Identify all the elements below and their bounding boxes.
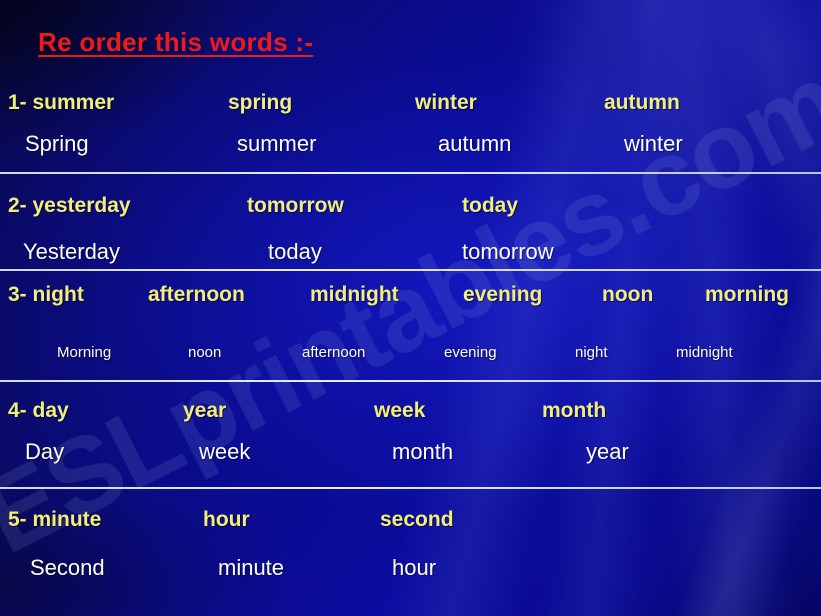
row-3-answer-3: afternoon bbox=[302, 344, 366, 361]
row-3-question-3: midnight bbox=[310, 283, 399, 306]
row-1-question-1: 1- summer bbox=[8, 91, 115, 114]
row-4-question-3: week bbox=[374, 399, 426, 422]
row-1-answer-4: winter bbox=[624, 131, 683, 156]
row-5-answer-1: Second bbox=[30, 555, 105, 580]
row-5-question-1: 5- minute bbox=[8, 508, 102, 531]
row-4-answer-3: month bbox=[392, 439, 454, 464]
row-1-answer-2: summer bbox=[237, 131, 317, 156]
row-4-answer-1: Day bbox=[25, 439, 65, 464]
row-3-question-2: afternoon bbox=[148, 283, 245, 306]
row-3-answer-1: Morning bbox=[57, 344, 112, 361]
row-3-answer-6: midnight bbox=[676, 344, 733, 361]
page-title: Re order this words :- bbox=[38, 27, 314, 57]
row-2-answer-3: tomorrow bbox=[462, 239, 554, 264]
row-5-question-3: second bbox=[380, 508, 454, 531]
row-3-question-1: 3- night bbox=[8, 283, 84, 306]
row-4-question-2: year bbox=[183, 399, 227, 422]
watermark-text: ESLprintables.com bbox=[0, 39, 821, 577]
row-1-question-2: spring bbox=[228, 91, 293, 114]
row-5-answer-3: hour bbox=[392, 555, 437, 580]
row-divider-1 bbox=[0, 172, 821, 174]
row-1-question-3: winter bbox=[415, 91, 477, 114]
row-3-answer-2: noon bbox=[188, 344, 222, 361]
row-2-question-3: today bbox=[462, 194, 519, 217]
row-5-answer-2: minute bbox=[218, 555, 285, 580]
row-divider-2 bbox=[0, 269, 821, 271]
row-3-answer-4: evening bbox=[444, 344, 497, 361]
row-2-answer-2: today bbox=[268, 239, 322, 264]
row-1-question-4: autumn bbox=[604, 91, 680, 114]
row-4-question-4: month bbox=[542, 399, 607, 422]
row-2-question-2: tomorrow bbox=[247, 194, 344, 217]
row-1-answer-1: Spring bbox=[25, 131, 89, 156]
row-2-question-1: 2- yesterday bbox=[8, 194, 131, 217]
row-4-answer-4: year bbox=[586, 439, 629, 464]
row-3-question-6: morning bbox=[705, 283, 789, 306]
slide-canvas: ESLprintables.com Re order this words :-… bbox=[0, 0, 821, 616]
row-1-answer-3: autumn bbox=[438, 131, 512, 156]
row-divider-3 bbox=[0, 380, 821, 382]
row-2-answer-1: Yesterday bbox=[23, 239, 121, 264]
row-4-answer-2: week bbox=[199, 439, 251, 464]
row-3-answer-5: night bbox=[575, 344, 608, 361]
row-3-question-4: evening bbox=[463, 283, 543, 306]
row-3-question-5: noon bbox=[602, 283, 654, 306]
row-divider-4 bbox=[0, 487, 821, 489]
row-4-question-1: 4- day bbox=[8, 399, 69, 422]
row-5-question-2: hour bbox=[203, 508, 250, 531]
